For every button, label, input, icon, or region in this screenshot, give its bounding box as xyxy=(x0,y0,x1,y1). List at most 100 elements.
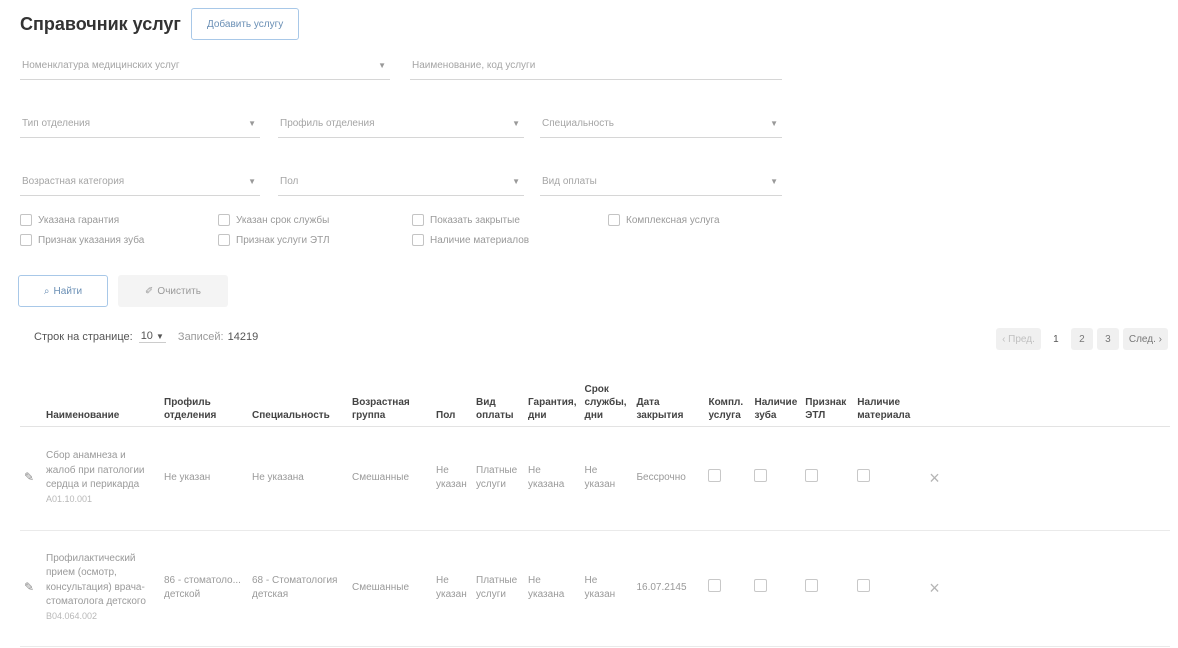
pagination: ‹ Пред. 1 2 3 След. › xyxy=(996,328,1168,350)
close-icon[interactable]: × xyxy=(929,468,940,488)
checkbox-etl[interactable]: Признак услуги ЭТЛ xyxy=(218,234,330,246)
checkbox-box[interactable] xyxy=(412,214,424,226)
checkbox-complex-label: Комплексная услуга xyxy=(626,214,720,226)
page-2-button[interactable]: 2 xyxy=(1070,328,1093,350)
col-etl[interactable]: Признак ЭТЛ xyxy=(801,360,854,427)
checkbox-warranty[interactable]: Указана гарантия xyxy=(20,214,119,226)
specialty-select[interactable]: Специальность ▼ xyxy=(540,110,782,138)
next-page-button[interactable]: След. › xyxy=(1122,328,1168,350)
chevron-down-icon: ▼ xyxy=(248,119,256,128)
payment-type-label: Вид оплаты xyxy=(542,176,597,187)
checkbox-materials[interactable]: Наличие материалов xyxy=(412,234,529,246)
checkbox-complex[interactable]: Комплексная услуга xyxy=(608,214,720,226)
dept-type-select[interactable]: Тип отделения ▼ xyxy=(20,110,260,138)
name-code-placeholder: Наименование, код услуги xyxy=(412,60,536,71)
sex-label: Пол xyxy=(280,176,299,187)
age-category-select[interactable]: Возрастная категория ▼ xyxy=(20,168,260,196)
col-payment[interactable]: Вид оплаты xyxy=(472,360,524,427)
close-icon[interactable]: × xyxy=(929,578,940,598)
row-life: Не указан xyxy=(580,426,633,531)
page-3-button[interactable]: 3 xyxy=(1096,328,1119,350)
specialty-label: Специальность xyxy=(542,118,614,129)
name-code-input[interactable]: Наименование, код услуги xyxy=(410,52,782,80)
table-header-row: Наименование Профиль отделения Специальн… xyxy=(20,360,1170,427)
search-button-label: Найти xyxy=(53,285,83,297)
title-row: Справочник услуг Добавить услугу xyxy=(20,8,300,40)
row-payment: Платные услуги xyxy=(472,530,524,647)
col-material[interactable]: Наличие материала xyxy=(853,360,926,427)
search-button[interactable]: ⌕ Найти xyxy=(18,275,108,307)
row-age: Смешанные xyxy=(348,530,432,647)
checkbox-tooth-label: Признак указания зуба xyxy=(38,234,145,246)
checkbox-box[interactable] xyxy=(218,234,230,246)
chevron-down-icon: ▼ xyxy=(512,119,520,128)
checkbox-box[interactable] xyxy=(218,214,230,226)
col-warranty[interactable]: Гарантия, дни xyxy=(524,360,581,427)
col-life[interactable]: Срок службы, дни xyxy=(580,360,633,427)
tooth-checkbox xyxy=(754,578,768,592)
row-warranty: Не указана xyxy=(524,530,581,647)
material-checkbox xyxy=(857,468,871,482)
col-profile[interactable]: Профиль отделения xyxy=(160,360,248,427)
complex-checkbox xyxy=(708,468,722,482)
services-table: Наименование Профиль отделения Специальн… xyxy=(20,360,1170,647)
checkbox-box[interactable] xyxy=(412,234,424,246)
col-tooth[interactable]: Наличие зуба xyxy=(750,360,802,427)
page-1-button[interactable]: 1 xyxy=(1044,328,1067,350)
add-service-button[interactable]: Добавить услугу xyxy=(190,8,300,40)
row-payment: Платные услуги xyxy=(472,426,524,531)
clear-button[interactable]: ✐ Очистить xyxy=(118,275,228,307)
col-name[interactable]: Наименование xyxy=(42,360,160,427)
eraser-icon: ✐ xyxy=(145,285,154,297)
checkbox-box[interactable] xyxy=(20,234,32,246)
row-name: Профилактический прием (осмотр, консульт… xyxy=(46,552,146,608)
checkbox-service-life[interactable]: Указан срок службы xyxy=(218,214,329,226)
checkbox-box[interactable] xyxy=(20,214,32,226)
checkbox-tooth[interactable]: Признак указания зуба xyxy=(20,234,144,246)
pager-info: Строк на странице: 10 ▼ Записей: 14219 xyxy=(34,330,258,343)
col-sex[interactable]: Пол xyxy=(432,360,472,427)
row-life: Не указан xyxy=(580,530,633,647)
etl-checkbox xyxy=(805,468,819,482)
edit-column-header xyxy=(20,360,42,427)
etl-checkbox xyxy=(805,578,819,592)
chevron-down-icon: ▼ xyxy=(770,177,778,186)
col-specialty[interactable]: Специальность xyxy=(248,360,348,427)
dept-profile-select[interactable]: Профиль отделения ▼ xyxy=(278,110,524,138)
row-sex: Не указан xyxy=(432,426,472,531)
rows-per-page-value: 10 xyxy=(140,330,153,342)
checkbox-etl-label: Признак услуги ЭТЛ xyxy=(236,234,330,246)
checkbox-materials-label: Наличие материалов xyxy=(430,234,530,246)
material-checkbox xyxy=(857,578,871,592)
complex-checkbox xyxy=(708,578,722,592)
row-profile: Не указан xyxy=(160,426,248,531)
payment-type-select[interactable]: Вид оплаты ▼ xyxy=(540,168,782,196)
records-label: Записей: xyxy=(177,330,224,343)
checkbox-show-closed[interactable]: Показать закрытые xyxy=(412,214,520,226)
chevron-down-icon: ▼ xyxy=(378,61,386,70)
rows-per-page-select[interactable]: 10 ▼ xyxy=(138,330,166,343)
age-category-label: Возрастная категория xyxy=(22,176,125,187)
checkbox-box[interactable] xyxy=(608,214,620,226)
chevron-down-icon: ▼ xyxy=(156,332,164,341)
row-warranty: Не указана xyxy=(524,426,581,531)
row-name: Сбор анамнеза и жалоб при патологии серд… xyxy=(46,450,145,490)
col-close-date[interactable]: Дата закрытия xyxy=(632,360,705,427)
sex-select[interactable]: Пол ▼ xyxy=(278,168,524,196)
prev-page-button[interactable]: ‹ Пред. xyxy=(996,328,1041,350)
tooth-checkbox xyxy=(754,468,768,482)
row-code: B04.064.002 xyxy=(46,610,98,621)
col-complex[interactable]: Компл. услуга xyxy=(704,360,751,427)
row-code: A01.10.001 xyxy=(46,493,93,504)
nomenclature-select-label: Номенклатура медицинских услуг xyxy=(22,60,180,71)
checkbox-warranty-label: Указана гарантия xyxy=(38,214,120,226)
chevron-down-icon: ▼ xyxy=(770,119,778,128)
edit-icon[interactable]: ✎ xyxy=(24,580,34,594)
row-age: Смешанные xyxy=(348,426,432,531)
edit-icon[interactable]: ✎ xyxy=(24,470,34,484)
col-age[interactable]: Возрастная группа xyxy=(348,360,432,427)
row-sex: Не указан xyxy=(432,530,472,647)
nomenclature-select[interactable]: Номенклатура медицинских услуг ▼ xyxy=(20,52,390,80)
dept-profile-label: Профиль отделения xyxy=(280,118,375,129)
dept-type-label: Тип отделения xyxy=(22,118,91,129)
